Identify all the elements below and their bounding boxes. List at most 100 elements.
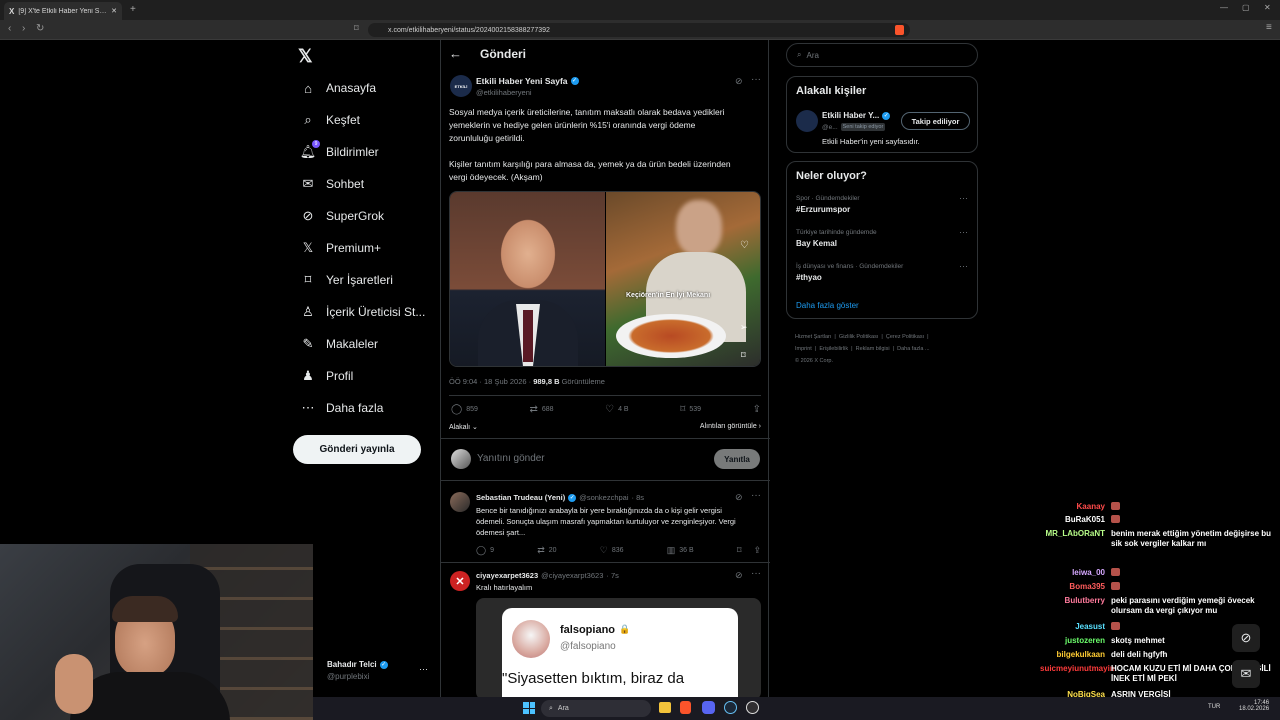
bookmark-action[interactable]: ⌑ 539 bbox=[680, 404, 701, 415]
minimize-icon[interactable]: — bbox=[1220, 3, 1228, 12]
footer-link[interactable]: Imprint bbox=[795, 346, 812, 352]
footer-link[interactable]: Çerez Politikası bbox=[886, 334, 924, 340]
reply-handle[interactable]: @sonkezchpai bbox=[579, 493, 628, 502]
grok-icon[interactable]: ⊘ bbox=[735, 570, 743, 581]
views-action[interactable]: ▥ 36 B bbox=[667, 545, 694, 556]
author-avatar[interactable]: ETKİLİ bbox=[450, 75, 472, 97]
url-field[interactable]: x.com/etkilihaberyeni/status/20240021583… bbox=[368, 23, 910, 37]
like-action[interactable]: ♡ 836 bbox=[600, 545, 624, 556]
nav-item-3[interactable]: ✉ Sohbet bbox=[300, 171, 365, 197]
obs-icon[interactable] bbox=[746, 701, 759, 714]
chat-username[interactable]: MR_LAbORaNT bbox=[1040, 529, 1105, 549]
chat-username[interactable]: Boma395 bbox=[1040, 582, 1105, 593]
related-handle[interactable]: @e... bbox=[822, 124, 838, 131]
nav-item-4[interactable]: ⊘ SuperGrok bbox=[300, 203, 384, 229]
footer-link[interactable]: Erişilebilirlik bbox=[819, 346, 848, 352]
share-action[interactable]: ⇪ bbox=[753, 404, 761, 415]
x-home-logo-icon[interactable]: 𝕏 bbox=[298, 46, 313, 67]
trend-name[interactable]: #thyao bbox=[796, 273, 822, 282]
taskbar-search[interactable]: ⌕ Ara bbox=[541, 700, 651, 717]
taskbar-clock[interactable]: 17:46 18.02.2026 bbox=[1239, 700, 1269, 712]
footer-link[interactable]: Reklam bilgisi bbox=[856, 346, 890, 352]
chat-username[interactable]: justozeren bbox=[1040, 636, 1105, 646]
chat-username[interactable]: leiwa_00 bbox=[1040, 568, 1105, 579]
keyboard-language[interactable]: TUR bbox=[1208, 704, 1220, 710]
new-tab-icon[interactable]: + bbox=[130, 4, 136, 15]
nav-item-8[interactable]: ✎ Makaleler bbox=[300, 331, 378, 357]
nav-item-7[interactable]: ♙ İçerik Üreticisi St... bbox=[300, 299, 425, 325]
browser-menu-icon[interactable]: ≡ bbox=[1266, 22, 1272, 33]
back-icon[interactable]: ‹ bbox=[8, 23, 11, 34]
brave-shield-icon[interactable] bbox=[895, 25, 904, 35]
forward-icon[interactable]: › bbox=[22, 23, 25, 34]
embedded-image[interactable]: falsopiano 🔒 @falsopiano "Siyasetten bık… bbox=[476, 598, 761, 700]
reply-button[interactable]: Yanıtla bbox=[714, 449, 760, 469]
footer-link[interactable]: Daha fazla ... bbox=[897, 346, 929, 352]
post-media[interactable]: Keçiören'in En İyi Mekanı ♡ ➢ ⌑ bbox=[449, 191, 761, 367]
nav-item-0[interactable]: ⌂ Anasayfa bbox=[300, 75, 376, 101]
chat-username[interactable]: Bulutberry bbox=[1040, 596, 1105, 616]
sort-relevant-dropdown[interactable]: Alakalı ⌄ bbox=[449, 423, 478, 431]
nav-item-9[interactable]: ♟ Profil bbox=[300, 363, 353, 389]
more-options-icon[interactable]: ··· bbox=[751, 568, 761, 579]
brave-icon[interactable] bbox=[680, 701, 691, 714]
messages-icon-button[interactable]: ✉ bbox=[1232, 660, 1260, 688]
trend-name[interactable]: #Erzurumspor bbox=[796, 205, 850, 214]
windows-start-icon[interactable] bbox=[523, 702, 535, 714]
reply-avatar[interactable]: ✕ bbox=[450, 571, 470, 591]
back-arrow-icon[interactable]: ← bbox=[449, 46, 462, 61]
related-name[interactable]: Etkili Haber Y... bbox=[822, 111, 879, 120]
chat-username[interactable]: Jeasust bbox=[1040, 622, 1105, 633]
chat-icon-button[interactable]: ⊘ bbox=[1232, 624, 1260, 652]
maximize-icon[interactable]: ▢ bbox=[1242, 3, 1250, 12]
grok-icon[interactable]: ⊘ bbox=[735, 492, 743, 503]
like-action[interactable]: ♡ 4 B bbox=[605, 404, 628, 415]
footer-link[interactable]: Gizlilik Politikası bbox=[839, 334, 878, 340]
chat-username[interactable]: Kaanay bbox=[1040, 502, 1105, 513]
footer-link[interactable]: Hizmet Şartları bbox=[795, 334, 831, 340]
trend-more-icon[interactable]: ··· bbox=[959, 193, 968, 203]
trend-name[interactable]: Bay Kemal bbox=[796, 239, 837, 248]
steam-icon[interactable] bbox=[724, 701, 737, 714]
account-switcher[interactable]: Bahadır Telci ✓ @purplebixi bbox=[327, 660, 388, 681]
author-name[interactable]: Etkili Haber Yeni Sayfa bbox=[476, 76, 568, 86]
post-button[interactable]: Gönderi yayınla bbox=[293, 435, 421, 464]
share-icon[interactable]: ⇪ bbox=[753, 545, 761, 556]
related-avatar[interactable] bbox=[796, 110, 818, 132]
repost-action[interactable]: ⇄ 688 bbox=[529, 404, 553, 415]
nav-item-10[interactable]: ⋯ Daha fazla bbox=[300, 395, 384, 421]
chat-username[interactable]: BuRaK051 bbox=[1040, 515, 1105, 526]
reload-icon[interactable]: ↻ bbox=[36, 23, 44, 34]
reply-time[interactable]: · 7s bbox=[606, 571, 619, 580]
composer-avatar[interactable] bbox=[451, 449, 471, 469]
bookmark-page-icon[interactable]: ⌑ bbox=[354, 23, 359, 34]
reply-author[interactable]: ciyayexarpet3623 bbox=[476, 571, 538, 580]
reply-handle[interactable]: @ciyayexarpt3623 bbox=[541, 571, 603, 580]
nav-item-5[interactable]: 𝕏 Premium+ bbox=[300, 235, 381, 261]
repost-action[interactable]: ⇄ 20 bbox=[537, 545, 556, 556]
nav-item-6[interactable]: ⌑ Yer İşaretleri bbox=[300, 267, 393, 293]
search-box[interactable]: ⌕ Ara bbox=[786, 43, 978, 67]
author-handle[interactable]: @etkilihaberyeni bbox=[476, 88, 579, 97]
chat-username[interactable]: suicmeyiunutmayin bbox=[1040, 664, 1115, 684]
media-right-image[interactable]: Keçiören'in En İyi Mekanı ♡ ➢ ⌑ bbox=[606, 192, 760, 366]
media-left-image[interactable] bbox=[450, 192, 605, 366]
grok-icon[interactable]: ⊘ bbox=[735, 76, 743, 87]
view-quotes-link[interactable]: Alıntıları görüntüle › bbox=[700, 423, 761, 431]
post-time[interactable]: ÖÖ 9:04 · 18 Şub 2026 · bbox=[449, 377, 533, 386]
nav-item-2[interactable]: 🔔︎ 9 Bildirimler bbox=[300, 139, 379, 165]
discord-icon[interactable] bbox=[702, 701, 715, 714]
reply-author[interactable]: Sebastian Trudeau (Yeni) bbox=[476, 493, 565, 502]
close-tab-icon[interactable]: ✕ bbox=[111, 7, 117, 15]
show-more-link[interactable]: Daha fazla göster bbox=[796, 301, 859, 310]
more-options-icon[interactable]: ··· bbox=[751, 490, 761, 501]
bookmark-action[interactable]: ⌑ ⇪ bbox=[737, 545, 761, 556]
more-options-icon[interactable]: ··· bbox=[751, 74, 761, 85]
reply-action[interactable]: ◯ 9 bbox=[476, 545, 494, 556]
trend-more-icon[interactable]: ··· bbox=[959, 261, 968, 271]
nav-item-1[interactable]: ⌕ Keşfet bbox=[300, 107, 360, 133]
account-more-icon[interactable]: ··· bbox=[419, 664, 428, 674]
file-explorer-icon[interactable] bbox=[659, 702, 671, 713]
close-window-icon[interactable]: ✕ bbox=[1264, 3, 1271, 12]
browser-tab[interactable]: X [9] X'te Etkili Haber Yeni Sayfa: "...… bbox=[4, 2, 122, 20]
